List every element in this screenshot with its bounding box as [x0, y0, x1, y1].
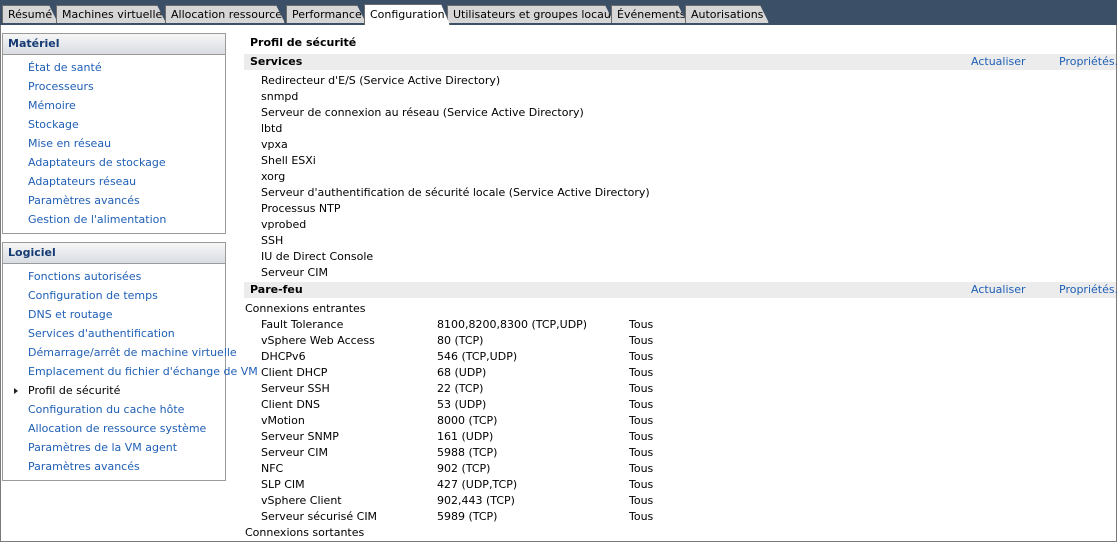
sidebar-item-power-management[interactable]: Gestion de l'alimentation: [3, 210, 225, 229]
rule-ports: 53 (UDP): [437, 398, 487, 411]
software-panel-title: Logiciel: [3, 243, 225, 264]
rule-name: vMotion: [261, 414, 305, 427]
tab-bar: Résumé Machines virtuelles Allocation re…: [0, 0, 1117, 26]
rule-name: Fault Tolerance: [261, 318, 344, 331]
tab-permissions[interactable]: Autorisations: [685, 5, 769, 23]
rule-ports: 427 (UDP,TCP): [437, 478, 518, 491]
firewall-properties-link[interactable]: Propriétés...: [1059, 283, 1117, 296]
tab-summary[interactable]: Résumé: [2, 5, 58, 23]
sidebar-item-storage-adapters[interactable]: Adaptateurs de stockage: [3, 153, 225, 172]
rule-name: Serveur sécurisé CIM: [261, 510, 378, 523]
sidebar-item-storage[interactable]: Stockage: [3, 115, 225, 134]
incoming-connections-label: Connexions entrantes: [245, 302, 366, 315]
sidebar-item-system-resource-allocation[interactable]: Allocation de ressource système: [3, 419, 225, 438]
rule-ports: 80 (TCP): [437, 334, 484, 347]
sidebar-item-agent-vm-settings[interactable]: Paramètres de la VM agent: [3, 438, 225, 457]
service-item: snmpd: [261, 90, 299, 103]
services-refresh-link[interactable]: Actualiser: [971, 55, 1026, 68]
tab-performance[interactable]: Performance: [286, 5, 366, 23]
rule-ports: 546 (TCP,UDP): [437, 350, 518, 363]
rule-scope: Tous: [629, 510, 654, 523]
selected-arrow-icon: [14, 388, 18, 394]
service-item: Processus NTP: [261, 202, 341, 215]
rule-scope: Tous: [629, 494, 654, 507]
security-profile-content: Profil de sécurité Services Actualiser P…: [239, 25, 1117, 541]
sidebar-item-authentication-services[interactable]: Services d'authentification: [3, 324, 225, 343]
configuration-pane: Matériel État de santé Processeurs Mémoi…: [0, 25, 1117, 542]
firewall-refresh-link[interactable]: Actualiser: [971, 283, 1026, 296]
sidebar-item-health-status[interactable]: État de santé: [3, 58, 225, 77]
rule-name: Serveur SSH: [261, 382, 330, 395]
tab-local-users-groups[interactable]: Utilisateurs et groupes locaux: [447, 5, 614, 23]
rule-name: SLP CIM: [261, 478, 305, 491]
sidebar-item-networking[interactable]: Mise en réseau: [3, 134, 225, 153]
page-title: Profil de sécurité: [250, 36, 357, 49]
rule-ports: 161 (UDP): [437, 430, 494, 443]
service-item: Serveur d'authentification de sécurité l…: [261, 186, 650, 199]
rule-scope: Tous: [629, 350, 654, 363]
sidebar-item-network-adapters[interactable]: Adaptateurs réseau: [3, 172, 225, 191]
sidebar-item-licensed-features[interactable]: Fonctions autorisées: [3, 267, 225, 286]
rule-scope: Tous: [629, 366, 654, 379]
rule-scope: Tous: [629, 382, 654, 395]
hardware-panel: Matériel État de santé Processeurs Mémoi…: [2, 33, 226, 234]
firewall-heading: Pare-feu: [250, 283, 303, 296]
sidebar-item-dns-routing[interactable]: DNS et routage: [3, 305, 225, 324]
outgoing-connections-label: Connexions sortantes: [245, 526, 365, 539]
service-item: vpxa: [261, 138, 288, 151]
service-item: Serveur CIM: [261, 266, 328, 279]
rule-ports: 8000 (TCP): [437, 414, 498, 427]
sidebar-item-processors[interactable]: Processeurs: [3, 77, 225, 96]
service-item: xorg: [261, 170, 286, 183]
software-panel: Logiciel Fonctions autorisées Configurat…: [2, 242, 258, 481]
rule-ports: 902 (TCP): [437, 462, 491, 475]
sidebar-item-time-configuration[interactable]: Configuration de temps: [3, 286, 225, 305]
rule-ports: 902,443 (TCP): [437, 494, 515, 507]
rule-name: vSphere Web Access: [261, 334, 375, 347]
service-item: IU de Direct Console: [261, 250, 374, 263]
service-item: vprobed: [261, 218, 307, 231]
rule-ports: 5989 (TCP): [437, 510, 498, 523]
rule-ports: 5988 (TCP): [437, 446, 498, 459]
rule-name: Client DNS: [261, 398, 321, 411]
service-item: Redirecteur d'E/S (Service Active Direct…: [261, 74, 501, 87]
hardware-panel-title: Matériel: [3, 34, 225, 55]
rule-ports: 22 (TCP): [437, 382, 484, 395]
rule-scope: Tous: [629, 414, 654, 427]
sidebar-item-advanced-settings-hw[interactable]: Paramètres avancés: [3, 191, 225, 210]
sidebar-item-label: Profil de sécurité: [28, 384, 121, 397]
rule-name: NFC: [261, 462, 284, 475]
rule-scope: Tous: [629, 334, 654, 347]
service-item: Shell ESXi: [261, 154, 316, 167]
rule-ports: 68 (UDP): [437, 366, 487, 379]
sidebar-item-security-profile[interactable]: Profil de sécurité: [3, 381, 225, 400]
sidebar-item-advanced-settings-sw[interactable]: Paramètres avancés: [3, 457, 225, 476]
service-item: lbtd: [261, 122, 283, 135]
rule-scope: Tous: [629, 478, 654, 491]
rule-name: vSphere Client: [261, 494, 342, 507]
rule-scope: Tous: [629, 462, 654, 475]
service-item: SSH: [261, 234, 284, 247]
rule-name: Serveur CIM: [261, 446, 328, 459]
sidebar-item-host-cache-configuration[interactable]: Configuration du cache hôte: [3, 400, 225, 419]
service-item: Serveur de connexion au réseau (Service …: [261, 106, 584, 119]
sidebar-item-memory[interactable]: Mémoire: [3, 96, 225, 115]
tab-events[interactable]: Événements: [611, 5, 687, 23]
services-properties-link[interactable]: Propriétés...: [1059, 55, 1117, 68]
tab-resource-allocation[interactable]: Allocation ressources: [165, 5, 285, 23]
tab-configuration[interactable]: Configuration: [364, 4, 450, 25]
tab-virtual-machines[interactable]: Machines virtuelles: [56, 5, 166, 23]
rule-scope: Tous: [629, 446, 654, 459]
rule-name: Serveur SNMP: [261, 430, 339, 443]
rule-scope: Tous: [629, 318, 654, 331]
rule-name: DHCPv6: [261, 350, 306, 363]
rule-scope: Tous: [629, 430, 654, 443]
rule-ports: 8100,8200,8300 (TCP,UDP): [437, 318, 588, 331]
sidebar-item-vm-swapfile-location[interactable]: Emplacement du fichier d'échange de VM: [3, 362, 258, 381]
sidebar-item-vm-startup-shutdown[interactable]: Démarrage/arrêt de machine virtuelle: [3, 343, 237, 362]
rule-scope: Tous: [629, 398, 654, 411]
services-heading: Services: [250, 55, 303, 68]
rule-name: Client DHCP: [261, 366, 328, 379]
